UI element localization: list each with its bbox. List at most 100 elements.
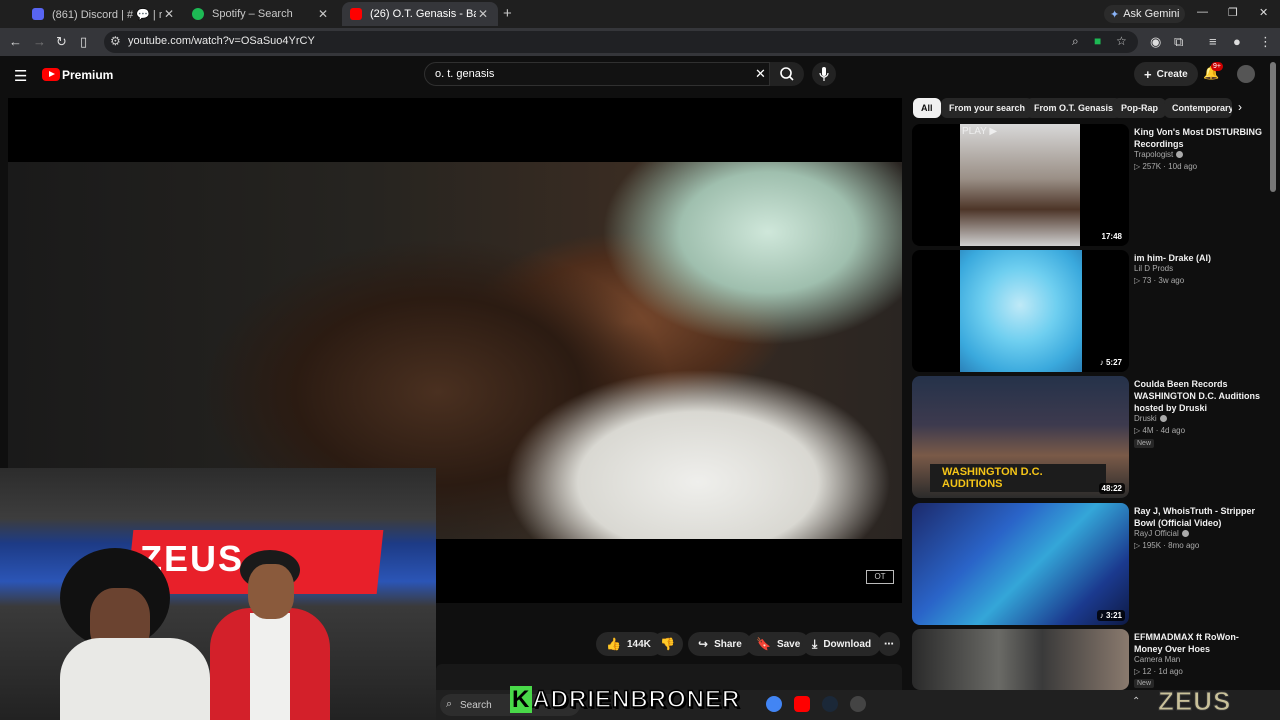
channel-name[interactable]: Druski xyxy=(1134,414,1167,423)
create-button[interactable]: + Create xyxy=(1134,62,1198,86)
discord-icon xyxy=(32,8,44,20)
close-window-button[interactable]: ✕ xyxy=(1259,6,1268,19)
create-label: Create xyxy=(1156,68,1188,80)
close-icon[interactable]: ✕ xyxy=(316,7,330,21)
chevron-up-icon[interactable]: ⌃ xyxy=(1132,696,1148,712)
bookmark-star-icon[interactable]: ☆ xyxy=(1116,34,1127,48)
recommendation-item[interactable]: ♪ 5:27 im him- Drake (AI) Lil D Prods ▷ … xyxy=(912,250,1268,372)
tab-title: (861) Discord | # 💬 | reactions xyxy=(52,8,162,21)
taskbar-search-label: Search xyxy=(460,699,492,711)
close-icon[interactable]: ✕ xyxy=(162,7,176,21)
tab-youtube[interactable]: (26) O.T. Genasis - Bae [Official ✕ xyxy=(342,2,498,26)
profile-extension-icon[interactable]: ◉ xyxy=(1150,34,1161,50)
chevron-right-icon[interactable]: › xyxy=(1238,100,1242,114)
video-meta-text: 4M · 4d ago xyxy=(1142,426,1186,435)
back-icon[interactable]: ← xyxy=(9,34,22,49)
url-text[interactable]: youtube.com/watch?v=OSaSuo4YrCY xyxy=(128,35,315,47)
sidebar-icon[interactable]: ▯ xyxy=(80,34,87,50)
chip-from-ot-genasis[interactable]: From O.T. Genasis xyxy=(1026,98,1122,118)
youtube-premium-logo[interactable]: Premium xyxy=(62,68,113,82)
tab-spotify[interactable]: Spotify – Search ✕ xyxy=(184,2,338,26)
hamburger-menu-icon[interactable]: ☰ xyxy=(14,67,27,85)
video-thumbnail[interactable]: WASHINGTON D.C. AUDITIONS 48:22 xyxy=(912,376,1129,498)
page-scrollbar[interactable] xyxy=(1270,62,1276,192)
video-meta-text: 195K · 8mo ago xyxy=(1142,541,1200,550)
dislike-button[interactable]: 👎 xyxy=(652,632,683,656)
video-meta: ▷ 12 · 1d ago xyxy=(1134,667,1183,676)
chip-from-your-search[interactable]: From your search xyxy=(941,98,1034,118)
clear-search-icon[interactable]: ✕ xyxy=(755,66,766,82)
profile-avatar-icon[interactable]: ● xyxy=(1233,34,1241,49)
video-title[interactable]: im him- Drake (AI) xyxy=(1134,252,1262,264)
ask-gemini-label: Ask Gemini xyxy=(1123,8,1180,20)
save-label: Save xyxy=(776,638,801,650)
save-button[interactable]: 🔖 Save xyxy=(746,632,811,656)
search-button[interactable] xyxy=(770,62,804,86)
chrome-icon[interactable] xyxy=(766,696,782,712)
streamer-right-shirt xyxy=(250,613,290,720)
steam-icon[interactable] xyxy=(822,696,838,712)
recommendation-item[interactable]: PLAY ▶ 17:48 King Von's Most DISTURBING … xyxy=(912,124,1268,246)
youtube-logo-icon[interactable] xyxy=(42,68,60,81)
video-title[interactable]: King Von's Most DISTURBING Recordings xyxy=(1134,126,1262,150)
video-meta-text: 257K · 10d ago xyxy=(1142,162,1198,171)
share-button[interactable]: ↪ Share xyxy=(688,632,752,656)
ask-gemini-button[interactable]: ✦ Ask Gemini xyxy=(1104,5,1186,23)
tab-discord[interactable]: (861) Discord | # 💬 | reactions ✕ xyxy=(24,2,184,26)
recommendation-item[interactable]: EFMMADMAX ft RoWon- Money Over Hoes Came… xyxy=(912,629,1268,690)
streamer-left-shirt xyxy=(60,638,210,720)
channel-name[interactable]: Lil D Prods xyxy=(1134,264,1173,273)
minimize-button[interactable]: — xyxy=(1197,6,1208,18)
new-tab-button[interactable]: + xyxy=(503,5,512,22)
video-thumbnail[interactable]: PLAY ▶ 17:48 xyxy=(912,124,1129,246)
search-input[interactable]: o. t. genasis xyxy=(435,68,494,80)
webcam-overlay: ZEUS xyxy=(0,468,436,720)
video-thumbnail[interactable]: ♪ 3:21 xyxy=(912,503,1129,625)
media-controls-icon[interactable]: ≡ xyxy=(1209,34,1217,49)
video-thumbnail[interactable] xyxy=(912,629,1129,690)
reload-icon[interactable]: ↻ xyxy=(56,34,67,50)
channel-name[interactable]: Camera Man xyxy=(1134,655,1180,664)
app-icon[interactable] xyxy=(850,696,866,712)
more-menu-icon[interactable]: ⋮ xyxy=(1259,34,1272,50)
close-icon[interactable]: ✕ xyxy=(476,7,490,21)
video-title[interactable]: Ray J, WhoisTruth - Stripper Bowl (Offic… xyxy=(1134,505,1262,529)
channel-name[interactable]: Trapologist xyxy=(1134,150,1184,159)
overlay-name-text: ADRIENBRONER xyxy=(532,685,741,714)
youtube-icon[interactable] xyxy=(794,696,810,712)
video-thumbnail[interactable]: ♪ 5:27 xyxy=(912,250,1129,372)
video-title[interactable]: EFMMADMAX ft RoWon- Money Over Hoes xyxy=(1134,631,1262,655)
verified-icon xyxy=(1159,415,1167,422)
download-button[interactable]: ⤓ Download xyxy=(802,632,882,656)
spotify-icon xyxy=(192,8,204,20)
thumbs-down-icon: 👎 xyxy=(660,637,675,651)
duration-badge: ♪ 5:27 xyxy=(1096,357,1125,368)
search-box[interactable]: o. t. genasis ✕ xyxy=(424,62,770,86)
chip-pop-rap[interactable]: Pop-Rap xyxy=(1113,98,1166,118)
duration-badge: ♪ 3:21 xyxy=(1096,610,1125,621)
video-title[interactable]: Coulda Been Records WASHINGTON D.C. Audi… xyxy=(1134,378,1262,414)
maximize-button[interactable]: ❐ xyxy=(1228,6,1238,19)
share-icon: ↪ xyxy=(698,637,709,651)
more-actions-button[interactable]: ⋯ xyxy=(878,632,900,656)
thumbnail-image xyxy=(960,250,1082,372)
site-info-icon[interactable]: ⚙ xyxy=(110,34,121,48)
extensions-icon[interactable]: ⧉ xyxy=(1174,34,1183,50)
video-meta: ▷ 195K · 8mo ago xyxy=(1134,541,1200,550)
extension-icon[interactable]: ■ xyxy=(1094,34,1101,48)
recommendation-item[interactable]: WASHINGTON D.C. AUDITIONS 48:22 Coulda B… xyxy=(912,376,1268,498)
like-count: 144K xyxy=(626,638,651,650)
recommendation-item[interactable]: ♪ 3:21 Ray J, WhoisTruth - Stripper Bowl… xyxy=(912,503,1268,625)
download-label: Download xyxy=(823,638,872,650)
verified-icon xyxy=(1176,151,1184,158)
chip-contemporary[interactable]: Contemporary xyxy=(1164,98,1232,118)
address-bar[interactable]: ⚙ youtube.com/watch?v=OSaSuo4YrCY ⌕ ■ ☆ xyxy=(104,31,1138,53)
plus-icon: + xyxy=(1144,66,1152,82)
channel-name[interactable]: RayJ Official xyxy=(1134,529,1189,538)
forward-icon[interactable]: → xyxy=(33,34,46,49)
zoom-icon[interactable]: ⌕ xyxy=(1072,34,1079,49)
account-avatar[interactable] xyxy=(1237,65,1255,83)
video-meta-text: 12 · 1d ago xyxy=(1142,667,1183,676)
chip-all[interactable]: All xyxy=(913,98,941,118)
voice-search-button[interactable] xyxy=(812,62,836,86)
